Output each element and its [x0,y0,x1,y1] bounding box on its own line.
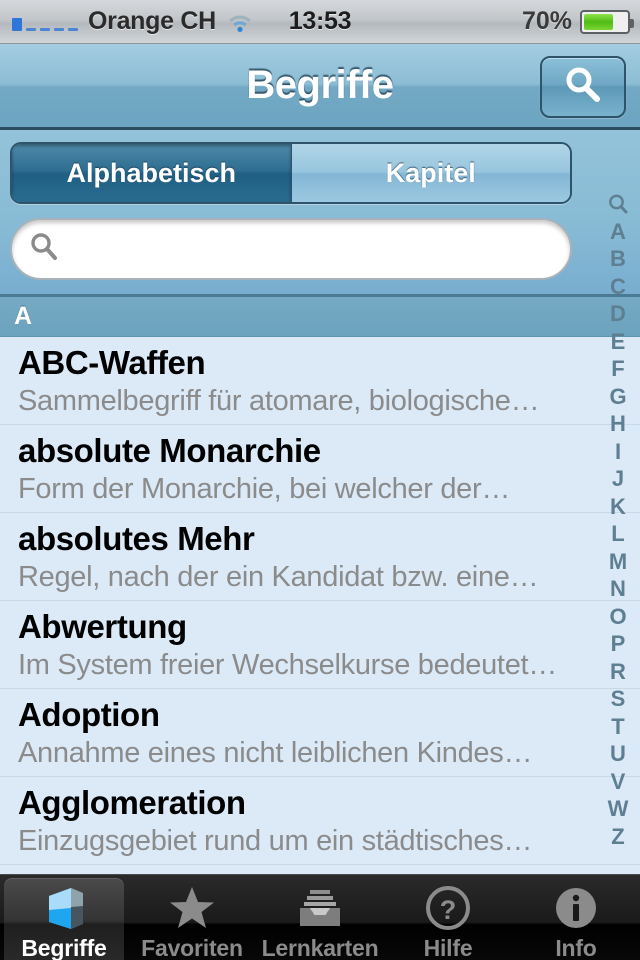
index-letter[interactable]: S [596,685,640,713]
info-circle-icon [552,883,600,933]
search-icon [28,231,60,268]
segment-alphabetisch-label: Alphabetisch [66,157,237,188]
question-circle-icon: ? [424,883,472,933]
list-item-title: absolute Monarchie [18,432,321,469]
segment-kapitel[interactable]: Kapitel [290,144,570,202]
search-button[interactable] [540,56,626,118]
tab-begriffe-label: Begriffe [21,935,107,960]
tab-begriffe[interactable]: Begriffe [0,875,128,960]
tab-lernkarten-label: Lernkarten [261,935,379,960]
index-letter[interactable]: R [596,658,640,686]
tab-info[interactable]: Info [512,875,640,960]
index-letter[interactable]: T [596,713,640,741]
navigation-bar: Begriffe [0,44,640,130]
list-item-title: Abwertung [18,608,187,645]
alphabet-index-bar[interactable]: ABCDEFGHIJKLMNOPRSTUVWZ [596,186,640,854]
status-bar: Orange CH 13:53 70% [0,0,640,44]
segmented-control[interactable]: Alphabetisch Kapitel [10,142,572,204]
list-item-subtitle: Sammelbegriff für atomare, biologische… [18,385,540,417]
list-item-title: ABC-Waffen [18,344,206,381]
index-letter[interactable]: W [596,795,640,823]
index-letter[interactable]: V [596,768,640,796]
index-letter[interactable]: F [596,355,640,383]
list-item-subtitle: Annahme eines nicht leiblichen Kindes… [18,737,533,769]
battery-icon [580,9,634,34]
list-item-subtitle: Regel, nach der ein Kandidat bzw. eine… [18,561,539,593]
tab-favoriten-label: Favoriten [141,935,243,960]
tab-lernkarten[interactable]: Lernkarten [256,875,384,960]
index-letter[interactable]: H [596,410,640,438]
page-title: Begriffe [246,63,394,107]
tab-favoriten[interactable]: Favoriten [128,875,256,960]
index-search-icon[interactable] [596,190,640,218]
search-icon [561,63,605,112]
tab-bar[interactable]: Begriffe Favoriten Lernkarten ? Hilfe In… [0,874,640,960]
list-item[interactable]: absolutes Mehr Regel, nach der ein Kandid… [0,513,640,601]
index-letter[interactable]: N [596,575,640,603]
svg-text:?: ? [440,895,457,925]
list-item-subtitle: Im System freier Wechselkurse bedeutet… [18,649,557,681]
index-letter[interactable]: K [596,493,640,521]
tab-hilfe-label: Hilfe [423,935,473,960]
index-letter[interactable]: P [596,630,640,658]
index-letter[interactable]: O [596,603,640,631]
terms-list[interactable]: A ABC-Waffen Sammelbegriff für atomare, b… [0,297,640,874]
list-item[interactable]: ABC-Waffen Sammelbegriff für atomare, bio… [0,337,640,425]
list-item-subtitle: Einzugsgebiet rund um ein städtisches… [18,825,533,857]
list-item-subtitle: Form der Monarchie, bei welcher der… [18,473,511,505]
section-header-label: A [14,302,33,330]
index-letter[interactable]: E [596,328,640,356]
index-letter[interactable]: I [596,438,640,466]
status-bar-right: 70% [521,7,634,36]
index-letter[interactable]: G [596,383,640,411]
index-letter[interactable]: M [596,548,640,576]
filter-toolbar: Alphabetisch Kapitel [0,130,640,297]
section-header-a: A [0,297,640,337]
tab-hilfe[interactable]: ? Hilfe [384,875,512,960]
battery-percent-label: 70% [521,7,572,35]
list-item-title: absolutes Mehr [18,520,255,557]
search-input[interactable] [70,232,554,266]
tab-info-label: Info [555,935,597,960]
index-letter[interactable]: A [596,218,640,246]
list-item[interactable]: Agglomeration Einzugsgebiet rund um ein s… [0,777,640,865]
list-item-title: Agglomeration [18,784,246,821]
index-letter[interactable]: B [596,245,640,273]
list-item-title: Adoption [18,696,160,733]
segment-kapitel-label: Kapitel [385,157,476,188]
list-item[interactable]: Abwertung Im System freier Wechselkurse b… [0,601,640,689]
index-letter[interactable]: D [596,300,640,328]
index-letter[interactable]: L [596,520,640,548]
segment-alphabetisch[interactable]: Alphabetisch [12,144,291,202]
index-letter[interactable]: Z [596,823,640,851]
card-tray-icon [296,883,344,933]
search-field[interactable] [10,218,572,280]
list-item[interactable]: absolute Monarchie Form der Monarchie, be… [0,425,640,513]
book-icon [41,883,87,933]
index-letter[interactable]: J [596,465,640,493]
star-icon [168,883,216,933]
app-screen: Orange CH 13:53 70% Begriffe Alphabetisc… [0,0,640,960]
list-item[interactable]: Adoption Annahme eines nicht leiblichen K… [0,689,640,777]
index-letter[interactable]: U [596,740,640,768]
index-letter[interactable]: C [596,273,640,301]
